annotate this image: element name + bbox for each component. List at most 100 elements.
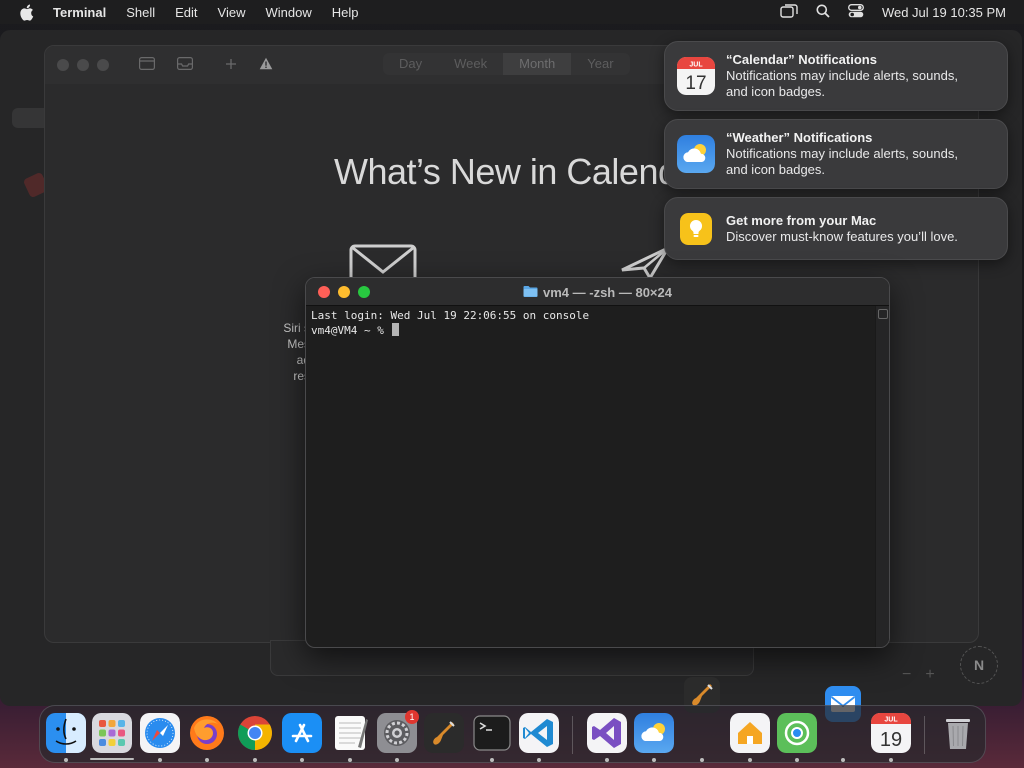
running-indicator — [205, 758, 209, 762]
terminal-title: vm4 — -zsh — 80×24 — [543, 284, 672, 300]
menu-window[interactable]: Window — [256, 5, 322, 20]
terminal-prompt: vm4@VM4 ~ % — [311, 324, 391, 337]
notification-body: Discover must-know features you’ll love. — [726, 228, 958, 244]
map-zoom-controls: − + — [902, 666, 935, 684]
calendar-view-segmented-control: Day Week Month Year — [383, 53, 630, 75]
weather-icon — [677, 135, 715, 173]
apple-menu-icon[interactable] — [19, 4, 35, 21]
dock-trash[interactable] — [938, 713, 978, 753]
dock-textedit[interactable] — [330, 713, 370, 753]
minimize-button[interactable] — [77, 59, 89, 71]
zoom-button[interactable] — [358, 285, 370, 298]
dock-home[interactable] — [730, 713, 770, 753]
notification-weather[interactable]: “Weather” Notifications Notifications ma… — [664, 119, 1008, 189]
dock-calendar-day: 19 — [880, 729, 902, 751]
terminal-window-controls — [318, 285, 370, 298]
dock-system-settings[interactable]: 1 — [377, 710, 419, 753]
segment-month[interactable]: Month — [503, 53, 572, 75]
terminal-titlebar[interactable]: vm4 — -zsh — 80×24 — [306, 278, 889, 306]
notification-body: and icon badges. — [726, 162, 826, 177]
dock-terminal[interactable] — [472, 713, 512, 753]
menu-edit[interactable]: Edit — [165, 5, 207, 20]
terminal-cursor — [392, 323, 400, 336]
terminal-last-login-line: Last login: Wed Jul 19 22:06:55 on conso… — [311, 309, 590, 322]
dock-separator — [924, 716, 925, 754]
menu-help[interactable]: Help — [322, 5, 369, 20]
running-indicator — [253, 758, 257, 762]
notification-body: Notifications may include alerts, sounds… — [726, 146, 958, 161]
notif-calendar-month: JUL — [689, 62, 703, 69]
menu-bar: Terminal Shell Edit View Window Help Wed… — [0, 0, 1024, 24]
running-indicator — [300, 758, 304, 762]
dock-calendar[interactable]: JUL 19 — [871, 713, 911, 753]
terminal-output[interactable]: Last login: Wed Jul 19 22:06:55 on conso… — [306, 306, 875, 647]
scroll-indicator-icon[interactable] — [878, 309, 888, 319]
running-indicator — [158, 758, 162, 762]
inbox-icon[interactable] — [177, 57, 194, 73]
dock-firefox[interactable] — [187, 713, 227, 753]
calendar-icon: JUL 17 — [677, 57, 715, 95]
dock-vscode[interactable] — [519, 713, 559, 753]
dock-active-indicator — [90, 758, 134, 760]
notification-tips[interactable]: Get more from your Mac Discover must-kno… — [664, 197, 1008, 260]
terminal-prompt-line: vm4@VM4 ~ % — [311, 323, 870, 338]
window-switcher-icon[interactable] — [780, 3, 798, 21]
dock-finder[interactable] — [46, 713, 86, 753]
zoom-button[interactable] — [97, 59, 109, 71]
notification-body: and icon badges. — [726, 84, 826, 99]
terminal-window[interactable]: vm4 — -zsh — 80×24 Last login: Wed Jul 1… — [305, 277, 890, 648]
compass-label: N — [973, 657, 985, 673]
dock-separator — [572, 716, 573, 754]
running-indicator — [64, 758, 68, 762]
notification-title: “Weather” Notifications — [726, 130, 873, 145]
running-indicator — [605, 758, 609, 762]
running-indicator — [395, 758, 399, 762]
tips-icon — [680, 212, 712, 245]
add-event-icon[interactable] — [225, 57, 237, 73]
close-button[interactable] — [57, 59, 69, 71]
folder-icon — [523, 285, 538, 300]
menu-view[interactable]: View — [208, 5, 256, 20]
notification-title: “Calendar” Notifications — [726, 52, 877, 67]
dock-visual-studio[interactable] — [587, 713, 627, 753]
dock-find-my[interactable] — [777, 713, 817, 753]
control-center-icon[interactable] — [847, 3, 864, 21]
menu-clock[interactable]: Wed Jul 19 10:35 PM — [882, 5, 1006, 20]
running-indicator — [795, 758, 799, 762]
running-indicator — [490, 758, 494, 762]
running-indicator — [700, 758, 704, 762]
notification-calendar[interactable]: JUL 17 “Calendar” Notifications Notifica… — [664, 41, 1008, 111]
running-indicator — [348, 758, 352, 762]
close-button[interactable] — [318, 285, 330, 298]
dock-chrome[interactable] — [235, 713, 275, 753]
notification-body: Notifications may include alerts, sounds… — [726, 68, 958, 83]
dock-safari[interactable] — [140, 713, 180, 753]
map-compass[interactable]: N — [960, 646, 998, 684]
running-indicator — [889, 758, 893, 762]
warning-icon[interactable] — [259, 57, 273, 73]
dock-weather[interactable] — [634, 713, 674, 753]
notification-title: Get more from your Mac — [726, 212, 877, 228]
running-indicator — [841, 758, 845, 762]
running-indicator — [537, 758, 541, 762]
terminal-scrollbar[interactable] — [875, 306, 889, 647]
running-indicator — [748, 758, 752, 762]
segment-day[interactable]: Day — [383, 53, 438, 75]
whats-new-headline: What’s New in Calenda — [334, 151, 698, 192]
notif-calendar-day: 17 — [685, 73, 706, 94]
zoom-in-icon[interactable]: + — [925, 666, 934, 684]
menu-shell[interactable]: Shell — [116, 5, 165, 20]
dock-calendar-month: JUL — [884, 717, 898, 724]
dock: 1 JUL 19 — [39, 705, 986, 763]
menu-app-name[interactable]: Terminal — [53, 5, 116, 20]
minimize-button[interactable] — [338, 285, 350, 298]
segment-year[interactable]: Year — [571, 53, 629, 75]
dock-app-store[interactable] — [282, 713, 322, 753]
running-indicator — [652, 758, 656, 762]
zoom-out-icon[interactable]: − — [902, 666, 911, 684]
dock-garageband[interactable] — [424, 713, 464, 753]
segment-week[interactable]: Week — [438, 53, 503, 75]
search-icon[interactable] — [816, 4, 830, 21]
sidebar-toggle-icon[interactable] — [139, 57, 156, 73]
dock-launchpad[interactable] — [92, 713, 132, 753]
